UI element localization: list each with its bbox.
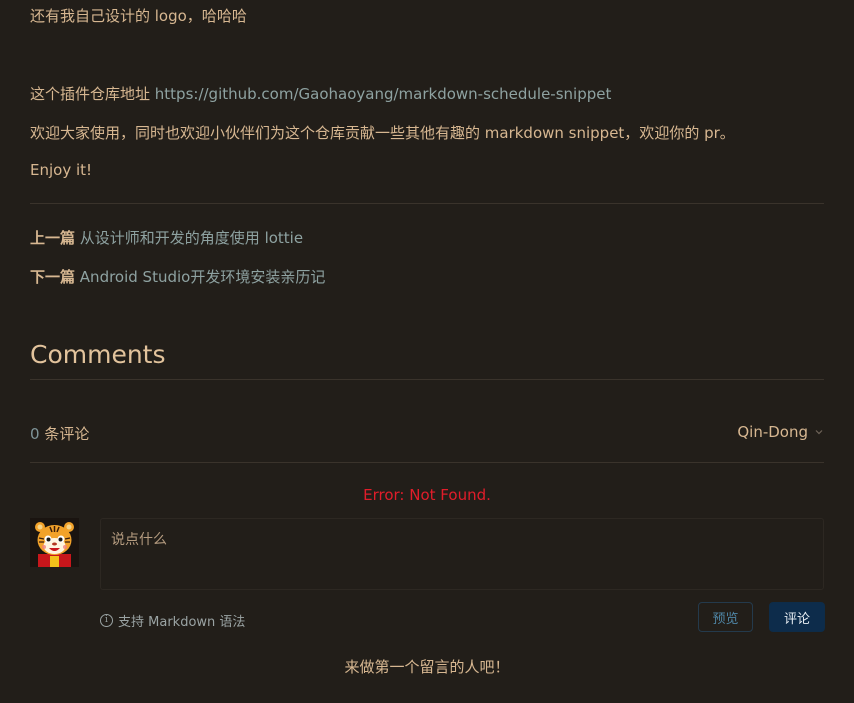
preview-button[interactable]: 预览 xyxy=(698,602,753,632)
next-post: 下一篇 Android Studio开发环境安装亲历记 xyxy=(30,266,325,287)
repo-link[interactable]: https://github.com/Gaohaoyang/markdown-s… xyxy=(155,85,612,103)
next-post-link[interactable]: Android Studio开发环境安装亲历记 xyxy=(80,268,326,286)
comments-header-divider xyxy=(30,462,824,463)
next-post-label: 下一篇 xyxy=(30,268,76,286)
article-paragraph-repo: 这个插件仓库地址 https://github.com/Gaohaoyang/m… xyxy=(30,83,611,104)
submit-comment-button[interactable]: 评论 xyxy=(769,602,825,632)
prev-post-link[interactable]: 从设计师和开发的角度使用 lottie xyxy=(80,229,303,247)
comments-heading-divider xyxy=(30,379,824,380)
repo-prefix: 这个插件仓库地址 xyxy=(30,85,155,103)
user-name: Qin-Dong xyxy=(737,423,808,441)
user-menu[interactable]: Qin-Dong xyxy=(737,423,824,441)
divider xyxy=(30,203,824,204)
comment-count: 0 条评论 xyxy=(30,423,89,444)
info-icon: i xyxy=(100,614,113,627)
chevron-down-icon xyxy=(815,430,823,435)
prev-post: 上一篇 从设计师和开发的角度使用 lottie xyxy=(30,227,303,248)
comments-heading: Comments xyxy=(30,340,166,369)
comment-editor[interactable] xyxy=(100,518,824,590)
markdown-hint[interactable]: i 支持 Markdown 语法 xyxy=(100,611,245,630)
empty-comments-message: 来做第一个留言的人吧！ xyxy=(344,658,510,676)
error-message: Error: Not Found. xyxy=(363,486,491,504)
article-paragraph-logo: 还有我自己设计的 logo，哈哈哈 xyxy=(30,7,247,25)
prev-post-label: 上一篇 xyxy=(30,229,76,247)
comment-count-label: 条评论 xyxy=(39,425,90,443)
comment-count-number: 0 xyxy=(30,425,40,443)
tiger-avatar xyxy=(30,518,79,567)
page: 还有我自己设计的 logo，哈哈哈 这个插件仓库地址 https://githu… xyxy=(0,0,854,703)
markdown-hint-label: 支持 Markdown 语法 xyxy=(118,615,246,630)
article-paragraph-welcome: 欢迎大家使用，同时也欢迎小伙伴们为这个仓库贡献一些其他有趣的 markdown … xyxy=(30,124,735,142)
tiger-avatar-image xyxy=(30,518,79,567)
article-paragraph-enjoy: Enjoy it! xyxy=(30,161,93,179)
comment-textarea[interactable] xyxy=(101,519,823,589)
